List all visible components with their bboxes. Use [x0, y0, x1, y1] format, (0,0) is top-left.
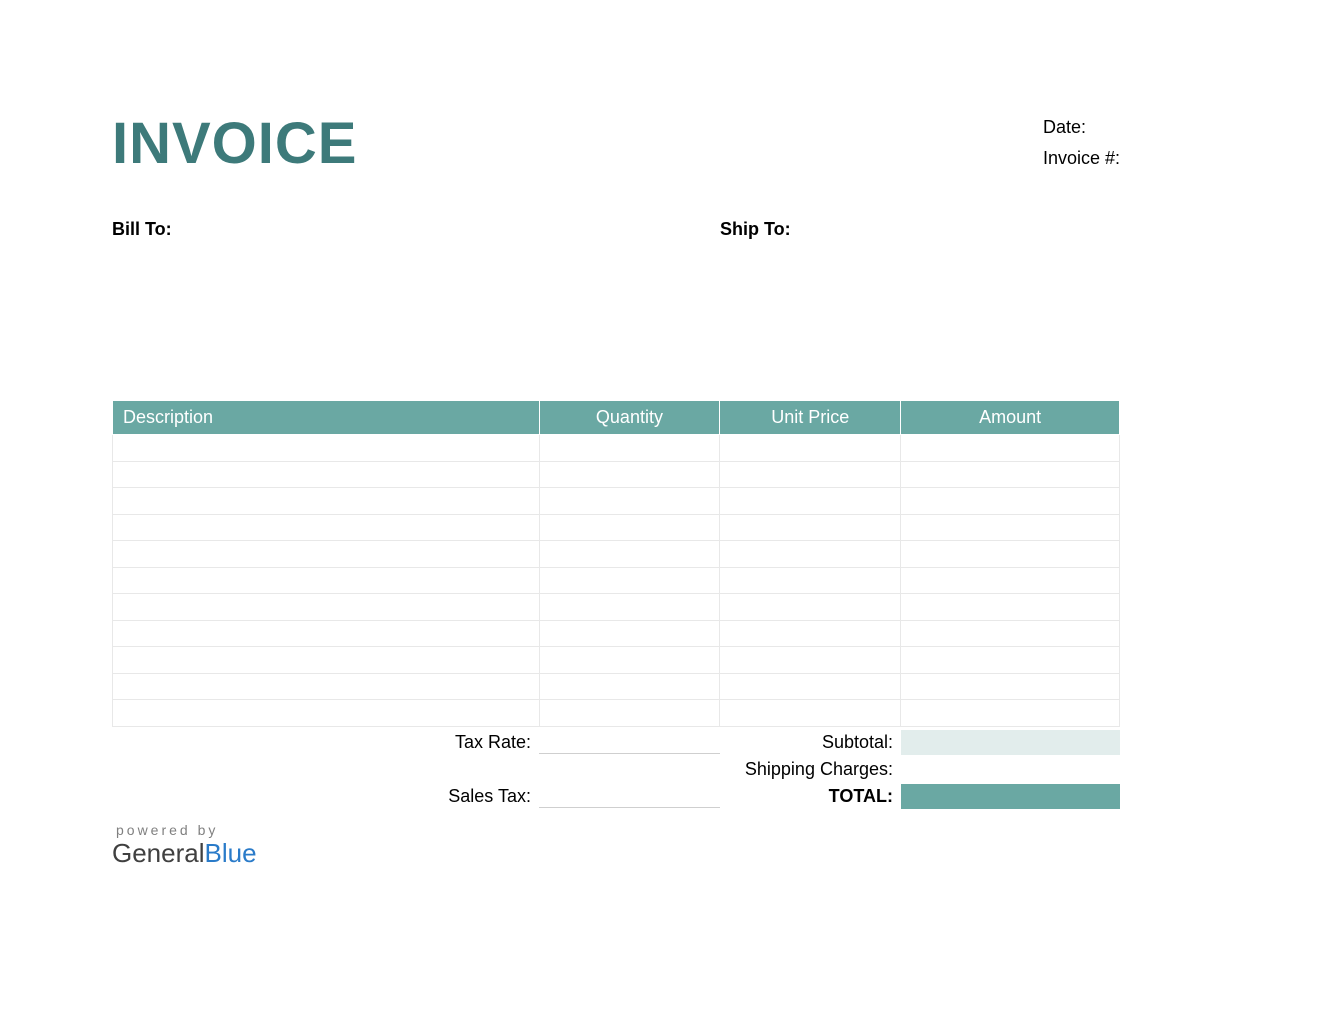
- table-row: [113, 461, 1120, 488]
- total-label: TOTAL:: [720, 786, 901, 807]
- table-cell[interactable]: [113, 514, 540, 541]
- brand-part2: Blue: [205, 838, 257, 868]
- table-row: [113, 594, 1120, 621]
- summary-row-1: Tax Rate: Subtotal:: [112, 729, 1120, 756]
- line-items-table: Description Quantity Unit Price Amount: [112, 400, 1120, 727]
- col-description: Description: [113, 401, 540, 435]
- table-cell[interactable]: [720, 700, 901, 727]
- table-cell[interactable]: [113, 567, 540, 594]
- table-cell[interactable]: [720, 673, 901, 700]
- table-cell[interactable]: [901, 620, 1120, 647]
- summary-row-3: Sales Tax: TOTAL:: [112, 783, 1120, 810]
- powered-by-label: powered by: [116, 822, 1120, 838]
- meta-block: Date: Invoice #:: [1043, 117, 1120, 179]
- table-cell[interactable]: [901, 435, 1120, 462]
- table-cell[interactable]: [113, 435, 540, 462]
- table-cell[interactable]: [539, 488, 720, 515]
- table-row: [113, 620, 1120, 647]
- table-cell[interactable]: [539, 461, 720, 488]
- tax-rate-field[interactable]: [539, 730, 720, 754]
- table-row: [113, 647, 1120, 674]
- invoice-number-label: Invoice #:: [1043, 148, 1120, 169]
- shipping-value: [901, 757, 1120, 782]
- table-row: [113, 514, 1120, 541]
- table-cell[interactable]: [720, 488, 901, 515]
- table-cell[interactable]: [539, 647, 720, 674]
- ship-to-block: Ship To:: [720, 219, 1120, 240]
- table-cell[interactable]: [901, 461, 1120, 488]
- table-row: [113, 567, 1120, 594]
- table-cell[interactable]: [539, 673, 720, 700]
- table-cell[interactable]: [901, 647, 1120, 674]
- table-cell[interactable]: [901, 567, 1120, 594]
- table-cell[interactable]: [901, 488, 1120, 515]
- table-row: [113, 541, 1120, 568]
- table-cell[interactable]: [113, 594, 540, 621]
- table-cell[interactable]: [539, 435, 720, 462]
- table-cell[interactable]: [901, 594, 1120, 621]
- sales-tax-field[interactable]: [539, 784, 720, 808]
- table-cell[interactable]: [113, 488, 540, 515]
- invoice-page: INVOICE Date: Invoice #: Bill To: Ship T…: [112, 115, 1120, 869]
- header-row: INVOICE Date: Invoice #:: [112, 115, 1120, 179]
- table-cell[interactable]: [720, 461, 901, 488]
- table-row: [113, 673, 1120, 700]
- total-value: [901, 784, 1120, 809]
- table-row: [113, 488, 1120, 515]
- brand-part1: General: [112, 838, 205, 868]
- date-label: Date:: [1043, 117, 1120, 138]
- table-cell[interactable]: [720, 567, 901, 594]
- shipping-label: Shipping Charges:: [720, 759, 901, 780]
- table-header-row: Description Quantity Unit Price Amount: [113, 401, 1120, 435]
- table-cell[interactable]: [113, 673, 540, 700]
- brand-logo: GeneralBlue: [112, 838, 1120, 869]
- table-cell[interactable]: [539, 567, 720, 594]
- table-row: [113, 700, 1120, 727]
- table-cell[interactable]: [901, 514, 1120, 541]
- invoice-title: INVOICE: [112, 115, 358, 173]
- bill-to-block: Bill To:: [112, 219, 720, 240]
- table-cell[interactable]: [539, 700, 720, 727]
- table-cell[interactable]: [720, 435, 901, 462]
- table-cell[interactable]: [720, 514, 901, 541]
- table-cell[interactable]: [113, 647, 540, 674]
- table-cell[interactable]: [539, 514, 720, 541]
- col-quantity: Quantity: [539, 401, 720, 435]
- spacer: [539, 757, 720, 781]
- footer-brand: powered by GeneralBlue: [112, 822, 1120, 869]
- address-row: Bill To: Ship To:: [112, 219, 1120, 240]
- table-cell[interactable]: [539, 620, 720, 647]
- table-cell[interactable]: [901, 700, 1120, 727]
- table-cell[interactable]: [720, 647, 901, 674]
- col-amount: Amount: [901, 401, 1120, 435]
- table-cell[interactable]: [720, 620, 901, 647]
- summary-block: Tax Rate: Subtotal: Shipping Charges: Sa…: [112, 729, 1120, 810]
- summary-row-2: Shipping Charges:: [112, 756, 1120, 783]
- table-cell[interactable]: [113, 461, 540, 488]
- bill-to-label: Bill To:: [112, 219, 720, 240]
- table-cell[interactable]: [720, 541, 901, 568]
- ship-to-label: Ship To:: [720, 219, 1120, 240]
- subtotal-label: Subtotal:: [720, 732, 901, 753]
- table-cell[interactable]: [901, 673, 1120, 700]
- subtotal-value: [901, 730, 1120, 755]
- table-cell[interactable]: [720, 594, 901, 621]
- table-cell[interactable]: [113, 700, 540, 727]
- tax-rate-label: Tax Rate:: [112, 732, 539, 753]
- table-cell[interactable]: [539, 594, 720, 621]
- sales-tax-label: Sales Tax:: [112, 786, 539, 807]
- col-unit-price: Unit Price: [720, 401, 901, 435]
- table-cell[interactable]: [113, 541, 540, 568]
- table-cell[interactable]: [539, 541, 720, 568]
- table-cell[interactable]: [901, 541, 1120, 568]
- table-cell[interactable]: [113, 620, 540, 647]
- table-row: [113, 435, 1120, 462]
